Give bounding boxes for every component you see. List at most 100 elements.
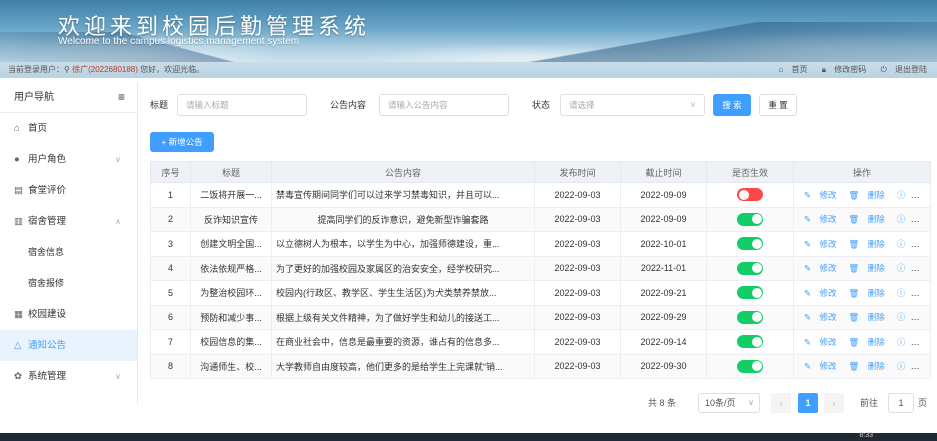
building-icon: ▦ (14, 309, 23, 320)
cell-no: 7 (150, 329, 191, 355)
edit-label: 修改 (819, 263, 837, 274)
edit-button[interactable]: ✎ 修改 (801, 337, 840, 347)
page-number-current[interactable]: 1 (798, 393, 818, 413)
search-button[interactable]: 搜 索 (713, 94, 751, 116)
delete-button[interactable]: 🗑︎ 删除 (846, 190, 888, 200)
os-taskbar: 8:33 (0, 432, 937, 441)
change-password-link[interactable]: 🔒︎ 修改密码 (816, 65, 867, 74)
sidebar-item-notice[interactable]: △ 通知公告 (0, 330, 137, 361)
detail-label: 详情 (913, 312, 931, 323)
delete-button[interactable]: 🗑︎ 删除 (846, 312, 888, 322)
detail-button[interactable]: ⓘ 详情 (894, 190, 930, 200)
delete-button[interactable]: 🗑︎ 删除 (846, 337, 888, 347)
delete-label: 删除 (867, 336, 885, 347)
active-toggle[interactable] (737, 261, 763, 275)
edit-label: 修改 (819, 312, 837, 323)
change-password-label: 修改密码 (834, 65, 867, 74)
lock-icon: 🔒︎ (821, 65, 826, 74)
reset-button[interactable]: 重 置 (759, 94, 797, 116)
home-link[interactable]: ⌂ 首页 (772, 65, 807, 74)
edit-button[interactable]: ✎ 修改 (801, 312, 840, 322)
active-toggle[interactable] (737, 286, 763, 300)
cell-title: 校园信息的集... (190, 329, 272, 355)
detail-button[interactable]: ⓘ 详情 (894, 214, 930, 224)
detail-button[interactable]: ⓘ 详情 (894, 287, 931, 298)
detail-label: 详情 (913, 287, 931, 298)
active-toggle[interactable] (737, 359, 763, 373)
detail-button[interactable]: ⓘ 详情 (894, 239, 930, 249)
sidebar-item-user-role[interactable]: ● 用户角色 ∨ (0, 144, 137, 175)
filter-bar: 标题 请输入标题 公告内容 请输入公告内容 状态 请选择 ∨ 搜 索 重 置 (150, 94, 930, 116)
status-select[interactable]: 请选择 ∨ (560, 94, 705, 116)
cell-actions: ✎ 修改 🗑︎ 删除 ⓘ 详情 (793, 182, 931, 208)
active-toggle[interactable] (737, 212, 763, 226)
trash-icon: 🗑︎ (848, 189, 860, 200)
sidebar-item-canteen-review[interactable]: ▤ 食堂评价 (0, 175, 137, 206)
cell-publish-date: 2022-09-03 (534, 255, 621, 281)
hamburger-menu-icon[interactable]: ≡ (118, 82, 125, 113)
sidebar-item-dorm-info[interactable]: 宿舍信息 (0, 237, 137, 268)
content-input[interactable]: 请输入公告内容 (379, 94, 509, 116)
content-filter-label: 公告内容 (330, 100, 367, 110)
delete-button[interactable]: 🗑︎ 删除 (846, 214, 888, 224)
cell-actions: ✎ 修改 🗑︎ 删除 ⓘ 详情 (793, 304, 931, 330)
sidebar-item-label: 食堂评价 (28, 185, 67, 196)
cell-publish-date: 2022-09-03 (534, 206, 621, 232)
active-toggle[interactable] (737, 188, 763, 202)
sidebar-item-label: 宿舍信息 (28, 247, 65, 257)
edit-button[interactable]: ✎ 修改 (801, 239, 840, 249)
goto-page-input[interactable]: 1 (888, 393, 914, 413)
prev-page-button[interactable]: ‹ (771, 393, 791, 413)
user-icon: ⚲ (64, 65, 73, 74)
power-icon: ⏻ (880, 65, 887, 74)
user-icon: ● (14, 154, 20, 165)
cell-active (706, 280, 794, 306)
detail-button[interactable]: ⓘ 详情 (894, 361, 930, 371)
detail-button[interactable]: ⓘ 详情 (894, 336, 930, 347)
add-notice-button[interactable]: + 新增公告 (150, 132, 214, 152)
detail-button[interactable]: ⓘ 详情 (894, 263, 931, 274)
title-input[interactable]: 请输入标题 (177, 94, 307, 116)
col-header-active: 是否生效 (706, 161, 794, 183)
page-size-select[interactable]: 10条/页 ∨ (698, 393, 760, 413)
cell-deadline: 2022-09-21 (620, 280, 707, 306)
status-select-placeholder: 请选择 (569, 100, 595, 110)
trash-icon: 🗑︎ (848, 336, 860, 347)
cell-title: 二饭将开展一... (190, 182, 272, 208)
info-icon: ⓘ (896, 336, 906, 347)
delete-button[interactable]: 🗑︎ 删除 (846, 288, 888, 298)
active-toggle[interactable] (737, 335, 763, 349)
chevron-down-icon: ∨ (690, 100, 696, 109)
delete-button[interactable]: 🗑︎ 删除 (846, 263, 888, 273)
detail-button[interactable]: ⓘ 详情 (894, 312, 931, 323)
active-toggle[interactable] (737, 237, 763, 251)
building-icon: ▥ (14, 216, 23, 227)
sidebar-item-dorm-repair[interactable]: 宿舍报修 (0, 268, 137, 299)
edit-button[interactable]: ✎ 修改 (801, 214, 840, 224)
edit-icon: ✎ (804, 214, 812, 225)
logout-link[interactable]: ⏻ 退出登陆 (874, 65, 927, 74)
active-toggle[interactable] (737, 310, 763, 324)
toggle-knob (751, 287, 762, 298)
sidebar-item-campus-construction[interactable]: ▦ 校园建设 (0, 299, 137, 330)
toggle-knob (751, 312, 762, 323)
sidebar-item-dorm-management[interactable]: ▥ 宿舍管理 ∧ (0, 206, 137, 237)
edit-button[interactable]: ✎ 修改 (801, 263, 840, 273)
edit-button[interactable]: ✎ 修改 (801, 190, 840, 200)
sidebar-item-home[interactable]: ⌂ 首页 (0, 113, 137, 144)
app-subtitle: Welcome to the campus logistics manageme… (58, 36, 300, 47)
toggle-knob (751, 361, 762, 372)
cell-actions: ✎ 修改 🗑︎ 删除 ⓘ 详情 (793, 329, 931, 355)
col-header-publish: 发布时间 (534, 161, 621, 183)
table-row: 2 反诈知识宣传 提高同学们的反诈意识，避免新型诈骗套路 2022-09-03 2022… (150, 206, 931, 232)
delete-button[interactable]: 🗑︎ 删除 (846, 239, 888, 249)
table-row: 6 预防和减少事... 根据上级有关文件精神，为了做好学生和幼儿的接送工... 202… (150, 304, 931, 330)
sidebar-item-system-management[interactable]: ✿ 系统管理 ∨ (0, 361, 137, 392)
cell-content: 根据上级有关文件精神，为了做好学生和幼儿的接送工... (271, 304, 535, 330)
edit-button[interactable]: ✎ 修改 (801, 288, 840, 298)
sidebar-item-label: 宿舍管理 (28, 216, 67, 227)
detail-label: 详情 (913, 263, 931, 274)
edit-button[interactable]: ✎ 修改 (801, 361, 840, 371)
delete-button[interactable]: 🗑︎ 删除 (846, 361, 888, 371)
next-page-button[interactable]: › (824, 393, 844, 413)
